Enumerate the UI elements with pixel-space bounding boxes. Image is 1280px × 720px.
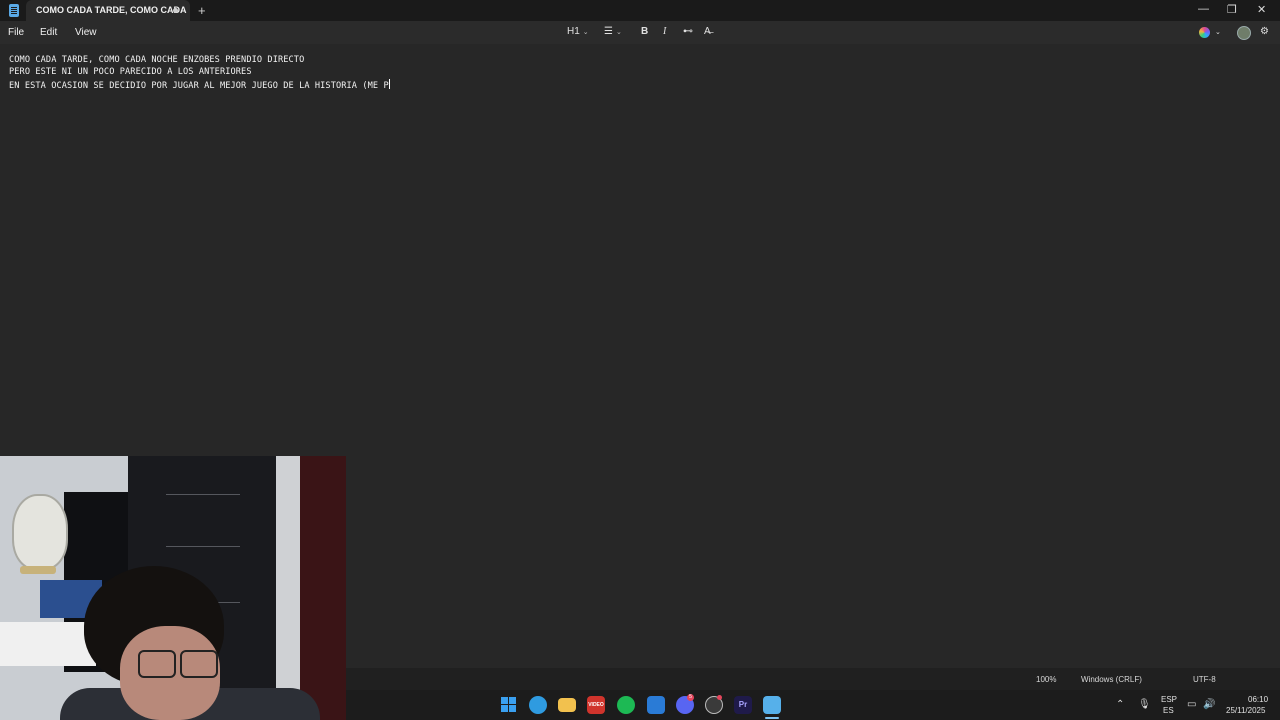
spotify-icon[interactable] bbox=[617, 696, 635, 714]
file-explorer-icon[interactable] bbox=[558, 698, 576, 712]
new-tab-button[interactable]: + bbox=[198, 3, 206, 18]
menu-bar: File Edit View H1 ⌄ ☰ ⌄ B I ⊷ A̶ ⌄ ⚙ bbox=[0, 21, 1280, 44]
taskbar: VIDEO 5 Pr ⌃ 🎙 ESP ES ▭ 🔊 06:10 25/11/20… bbox=[346, 690, 1280, 720]
webcam-shelf bbox=[0, 622, 96, 666]
webcam-person-glasses bbox=[180, 650, 218, 678]
chevron-up-icon[interactable]: ⌃ bbox=[1116, 699, 1124, 710]
tab-title: COMO CADA TARDE, COMO CADA bbox=[36, 5, 187, 15]
encoding[interactable]: UTF-8 bbox=[1193, 675, 1216, 684]
chevron-down-icon: ⌄ bbox=[582, 29, 589, 36]
menu-view[interactable]: View bbox=[75, 27, 97, 38]
editor-line: PERO ESTE NI UN POCO PARECIDO A LOS ANTE… bbox=[9, 67, 252, 77]
webcam-background-curtain bbox=[300, 456, 346, 720]
unsaved-dot-icon[interactable] bbox=[173, 8, 178, 13]
status-bar: 100% Windows (CRLF) UTF-8 bbox=[346, 668, 1280, 690]
keyboard-layout-indicator[interactable]: ES bbox=[1163, 706, 1174, 715]
network-icon[interactable]: ▭ bbox=[1187, 699, 1196, 710]
editor-line-text: EN ESTA OCASION SE DECIDIO POR JUGAR AL … bbox=[9, 81, 389, 91]
link-icon[interactable]: ⊷ bbox=[683, 26, 693, 37]
minimize-button[interactable]: — bbox=[1198, 3, 1209, 15]
close-button[interactable]: ✕ bbox=[1257, 3, 1266, 16]
webcam-door-panel bbox=[166, 494, 240, 495]
webcam-fan bbox=[12, 494, 68, 570]
heading-dropdown[interactable]: H1 ⌄ bbox=[567, 26, 589, 37]
premiere-pro-icon[interactable]: Pr bbox=[734, 696, 752, 714]
video-app-icon[interactable]: VIDEO bbox=[587, 696, 605, 714]
chevron-down-icon: ⌄ bbox=[615, 29, 622, 36]
title-bar: COMO CADA TARDE, COMO CADA + — ❐ ✕ bbox=[0, 0, 1280, 21]
clear-formatting-icon[interactable]: A̶ bbox=[704, 26, 711, 37]
webcam-overlay bbox=[0, 456, 346, 720]
clock-date[interactable]: 25/11/2025 bbox=[1226, 706, 1265, 715]
list-dropdown[interactable]: ☰ ⌄ bbox=[604, 26, 622, 37]
webcam-fan-base bbox=[20, 566, 56, 574]
editor-line-current: EN ESTA OCASION SE DECIDIO POR JUGAR AL … bbox=[9, 79, 390, 91]
microphone-icon[interactable]: 🎙 bbox=[1138, 699, 1151, 710]
zoom-level[interactable]: 100% bbox=[1036, 675, 1056, 684]
heading-label: H1 bbox=[567, 26, 580, 37]
italic-button[interactable]: I bbox=[663, 26, 666, 37]
discord-notification-badge: 5 bbox=[687, 694, 694, 701]
menu-edit[interactable]: Edit bbox=[40, 27, 57, 38]
menu-file[interactable]: File bbox=[8, 27, 24, 38]
tab-active-document[interactable]: COMO CADA TARDE, COMO CADA bbox=[26, 0, 190, 21]
active-app-indicator bbox=[765, 717, 779, 719]
obs-recording-dot bbox=[717, 695, 722, 700]
chevron-down-icon[interactable]: ⌄ bbox=[1215, 28, 1221, 36]
text-caret bbox=[388, 79, 390, 89]
clock-time[interactable]: 06:10 bbox=[1248, 695, 1268, 704]
windows-start-icon[interactable] bbox=[500, 696, 518, 714]
list-icon: ☰ bbox=[604, 26, 613, 37]
copilot-icon[interactable] bbox=[1199, 27, 1210, 38]
restore-button[interactable]: ❐ bbox=[1227, 3, 1237, 16]
language-indicator[interactable]: ESP bbox=[1161, 695, 1177, 704]
remote-app-icon[interactable] bbox=[647, 696, 665, 714]
edge-icon[interactable] bbox=[529, 696, 547, 714]
account-avatar-icon[interactable] bbox=[1237, 26, 1251, 40]
notepad-app-icon bbox=[9, 4, 19, 17]
line-ending[interactable]: Windows (CRLF) bbox=[1081, 675, 1142, 684]
bold-button[interactable]: B bbox=[641, 26, 648, 37]
webcam-person-glasses bbox=[138, 650, 176, 678]
notepad-taskbar-icon[interactable] bbox=[763, 696, 781, 714]
webcam-door-panel bbox=[166, 546, 240, 547]
settings-gear-icon[interactable]: ⚙ bbox=[1260, 26, 1269, 37]
volume-icon[interactable]: 🔊 bbox=[1203, 699, 1215, 710]
editor-line: COMO CADA TARDE, COMO CADA NOCHE ENZOBES… bbox=[9, 55, 305, 65]
